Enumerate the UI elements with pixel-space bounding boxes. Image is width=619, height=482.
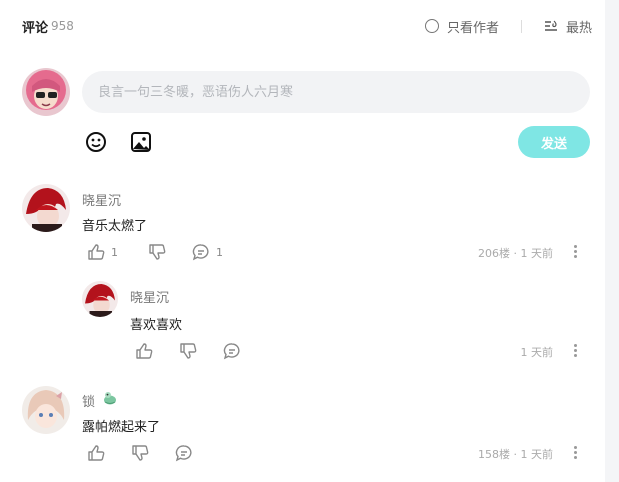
more-options-icon[interactable] [573,446,577,460]
floor-number: 158楼 [478,448,510,461]
comment-username[interactable]: 晓星沉 [82,190,121,209]
more-options-icon[interactable] [573,245,577,259]
reply-text: 喜欢喜欢 [130,318,183,333]
like-button[interactable]: 1 [87,243,118,261]
meta-separator: · [513,247,518,260]
current-user-avatar[interactable] [22,68,70,116]
comment-text: 露帕燃起来了 [82,420,161,435]
sort-icon[interactable] [544,19,558,33]
dislike-button[interactable] [131,444,149,462]
author-only-radio[interactable] [424,19,439,33]
header-controls: 只看作者 最热 [424,17,592,36]
comments-title: 评论 [22,20,49,36]
send-button[interactable]: 发送 [518,126,590,158]
floor-number: 206楼 [478,247,510,260]
comment-bubble-icon [223,343,240,360]
thumbs-down-icon [132,445,149,461]
thumbs-up-icon [136,343,153,359]
image-icon[interactable] [130,131,152,153]
comment-text: 音乐太燃了 [82,219,148,234]
emoji-icon[interactable] [85,131,107,153]
reply-reply-button[interactable] [223,342,241,360]
reply-time: 1 天前 [520,346,554,359]
meta-separator: · [513,448,518,461]
comment-meta: 206楼 · 1 天前 [440,245,553,261]
comments-count: 958 [51,19,74,33]
like-button[interactable] [87,444,105,462]
author-only-label[interactable]: 只看作者 [447,17,499,36]
dislike-button[interactable] [148,243,166,261]
thumbs-up-icon [88,244,105,260]
reply-count: 1 [216,245,223,259]
comment-input[interactable] [82,71,590,113]
reply-like-button[interactable] [135,342,153,360]
thumbs-up-icon [88,445,105,461]
comment-time: 1 天前 [520,247,554,260]
comment-time: 1 天前 [520,448,554,461]
pet-badge-icon [104,392,116,405]
reply-username[interactable]: 晓星沉 [130,287,169,306]
reply-button[interactable]: 1 [192,243,223,261]
comment-bubble-icon [175,445,192,462]
thumbs-down-icon [180,343,197,359]
reply-avatar[interactable] [82,281,118,317]
scroll-track [605,0,619,482]
sort-hot-label[interactable]: 最热 [566,17,592,36]
thumbs-down-icon [149,244,166,260]
commenter-avatar[interactable] [22,184,70,232]
like-count: 1 [111,245,118,259]
more-options-icon[interactable] [573,344,577,358]
comments-header: 评论 958 只看作者 最热 [22,16,592,36]
header-divider [520,19,522,33]
comment-meta: 158楼 · 1 天前 [440,446,553,462]
reply-dislike-button[interactable] [179,342,197,360]
reply-button[interactable] [175,444,193,462]
comment-bubble-icon [192,244,209,261]
comment-username[interactable]: 锁 [82,391,95,410]
commenter-avatar[interactable] [22,386,70,434]
